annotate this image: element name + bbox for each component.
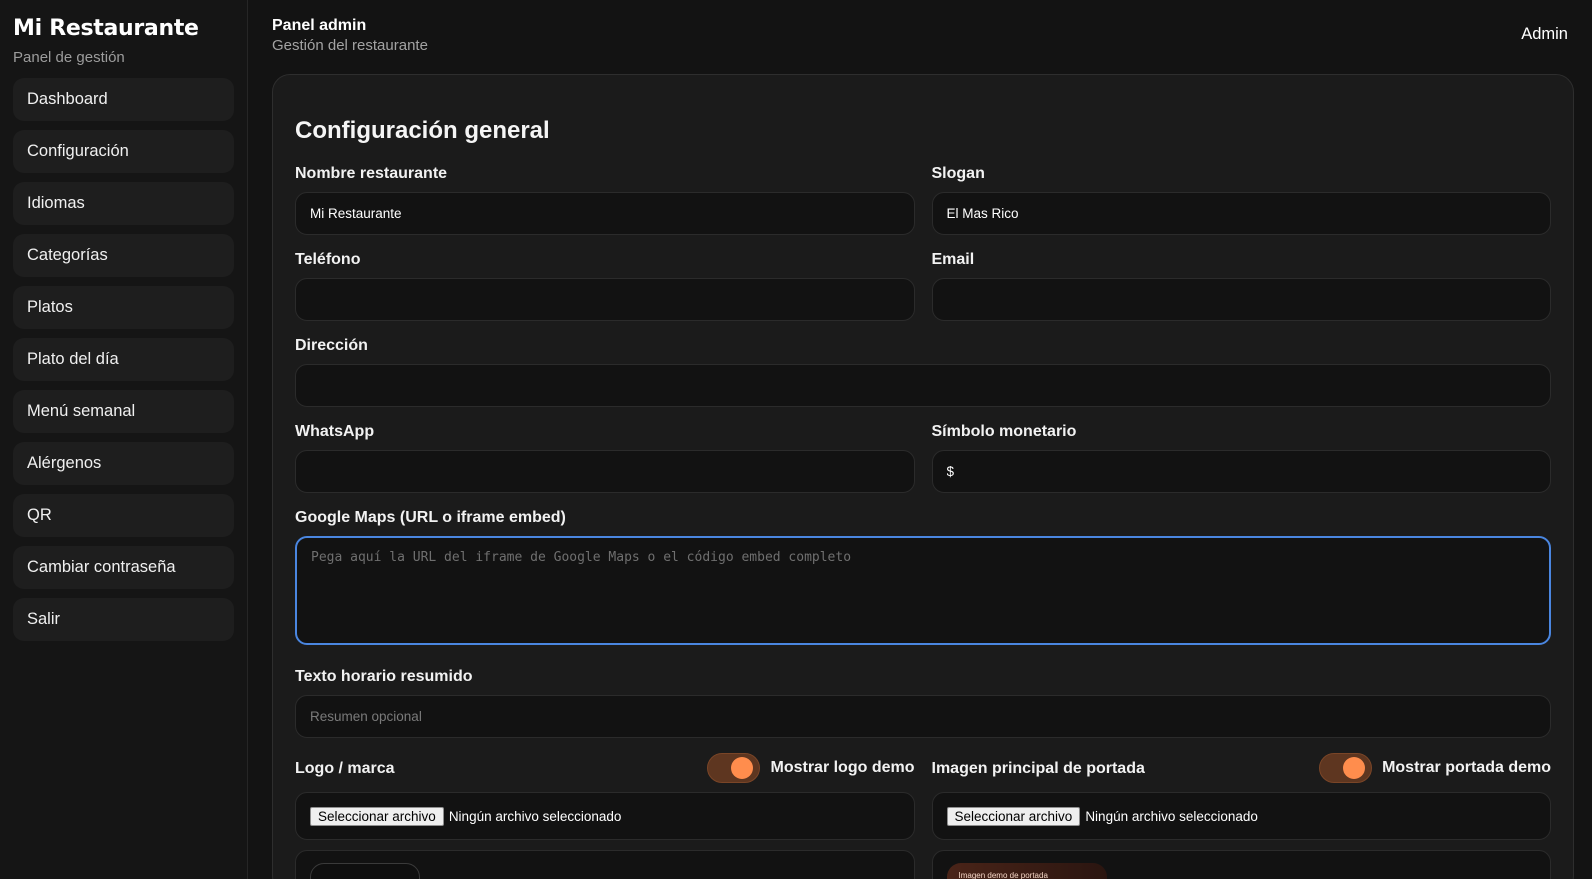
header-subtitle: Gestión del restaurante <box>272 37 428 54</box>
simbolo-label: Símbolo monetario <box>931 423 1077 440</box>
portada-toggle-wrap: Mostrar portada demo <box>1319 753 1551 783</box>
field-whatsapp: WhatsApp <box>295 422 915 508</box>
sidebar-item-cambiar-contrasena[interactable]: Cambiar contraseña <box>13 546 234 589</box>
email-label: Email <box>931 251 975 268</box>
portada-label: Imagen principal de portada <box>931 759 1145 777</box>
portada-file-status: Ningún archivo seleccionado <box>1085 808 1258 824</box>
form-row: Teléfono Email <box>295 250 1551 336</box>
sidebar-item-idiomas[interactable]: Idiomas <box>13 182 234 225</box>
main-content: Panel admin Gestión del restaurante Admi… <box>248 0 1592 879</box>
portada-label-row: Imagen principal de portada Mostrar port… <box>931 753 1551 783</box>
sidebar-item-salir[interactable]: Salir <box>13 598 234 641</box>
whatsapp-label: WhatsApp <box>295 423 375 440</box>
slogan-label: Slogan <box>931 165 985 182</box>
direccion-label: Dirección <box>295 337 368 354</box>
field-horario: Texto horario resumido <box>295 667 1551 753</box>
email-input[interactable] <box>931 278 1551 321</box>
field-portada: Imagen principal de portada Mostrar port… <box>931 753 1551 879</box>
logo-preview-image <box>310 863 420 879</box>
portada-preview-image: Imagen demo de portada <box>946 863 1107 879</box>
logo-file-input: Seleccionar archivo Ningún archivo selec… <box>295 792 915 840</box>
logo-select-file-button[interactable]: Seleccionar archivo <box>310 806 444 826</box>
logo-toggle-label: Mostrar logo demo <box>770 759 915 776</box>
header-title: Panel admin <box>272 17 367 34</box>
brand-subtitle: Panel de gestión <box>13 49 125 66</box>
whatsapp-input[interactable] <box>295 450 915 493</box>
sidebar-item-categorias[interactable]: Categorías <box>13 234 234 277</box>
app-root: Mi Restaurante Panel de gestión Dashboar… <box>0 0 1592 879</box>
logo-file-status: Ningún archivo seleccionado <box>448 808 622 824</box>
sidebar-item-platos[interactable]: Platos <box>13 286 234 329</box>
portada-file-input: Seleccionar archivo Ningún archivo selec… <box>931 792 1551 840</box>
horario-input[interactable] <box>295 695 1551 738</box>
sidebar: Mi Restaurante Panel de gestión Dashboar… <box>0 0 248 879</box>
portada-demo-toggle[interactable] <box>1319 753 1373 783</box>
sidebar-item-qr[interactable]: QR <box>13 494 234 537</box>
sidebar-item-menu-semanal[interactable]: Menú semanal <box>13 390 234 433</box>
direccion-input[interactable] <box>295 364 1551 407</box>
sidebar-nav: Dashboard Configuración Idiomas Categorí… <box>13 78 234 641</box>
simbolo-input[interactable] <box>931 450 1551 493</box>
field-logo: Logo / marca Mostrar logo demo Seleccion… <box>295 753 915 879</box>
sidebar-item-dashboard[interactable]: Dashboard <box>13 78 234 121</box>
sidebar-item-plato-del-dia[interactable]: Plato del día <box>13 338 234 381</box>
form-row: Nombre restaurante Slogan <box>295 164 1551 250</box>
telefono-label: Teléfono <box>295 251 361 268</box>
toggle-knob <box>731 757 754 779</box>
logo-demo-toggle[interactable] <box>707 753 761 783</box>
page-header: Panel admin Gestión del restaurante Admi… <box>272 0 1576 74</box>
portada-preview: Imagen demo de portada <box>931 850 1551 879</box>
logo-preview <box>295 850 915 879</box>
portada-select-file-button[interactable]: Seleccionar archivo <box>946 806 1081 826</box>
logo-toggle-wrap: Mostrar logo demo <box>707 753 915 783</box>
portada-toggle-label: Mostrar portada demo <box>1382 759 1551 776</box>
field-slogan: Slogan <box>931 164 1551 250</box>
brand-title: Mi Restaurante <box>13 16 199 41</box>
logo-label: Logo / marca <box>295 759 395 777</box>
sidebar-item-alergenos[interactable]: Alérgenos <box>13 442 234 485</box>
logo-label-row: Logo / marca Mostrar logo demo <box>295 753 915 783</box>
field-telefono: Teléfono <box>295 250 915 336</box>
maps-label: Google Maps (URL o iframe embed) <box>295 509 566 526</box>
user-label[interactable]: Admin <box>1521 25 1568 44</box>
field-email: Email <box>931 250 1551 336</box>
field-simbolo: Símbolo monetario <box>931 422 1551 508</box>
telefono-input[interactable] <box>295 278 915 321</box>
field-maps: Google Maps (URL o iframe embed) <box>295 508 1551 667</box>
sidebar-item-configuracion[interactable]: Configuración <box>13 130 234 173</box>
nombre-input[interactable] <box>295 192 915 235</box>
nombre-label: Nombre restaurante <box>295 165 448 182</box>
form-row: WhatsApp Símbolo monetario <box>295 422 1551 508</box>
slogan-input[interactable] <box>931 192 1551 235</box>
field-direccion: Dirección <box>295 336 1551 422</box>
form-row-images: Logo / marca Mostrar logo demo Seleccion… <box>295 753 1551 879</box>
settings-card: Configuración general Nombre restaurante… <box>272 74 1574 879</box>
header-titles: Panel admin Gestión del restaurante <box>272 17 428 54</box>
page-title: Configuración general <box>295 117 550 144</box>
toggle-knob <box>1343 757 1366 779</box>
maps-textarea[interactable] <box>295 536 1551 645</box>
horario-label: Texto horario resumido <box>295 668 473 685</box>
field-nombre: Nombre restaurante <box>295 164 915 250</box>
